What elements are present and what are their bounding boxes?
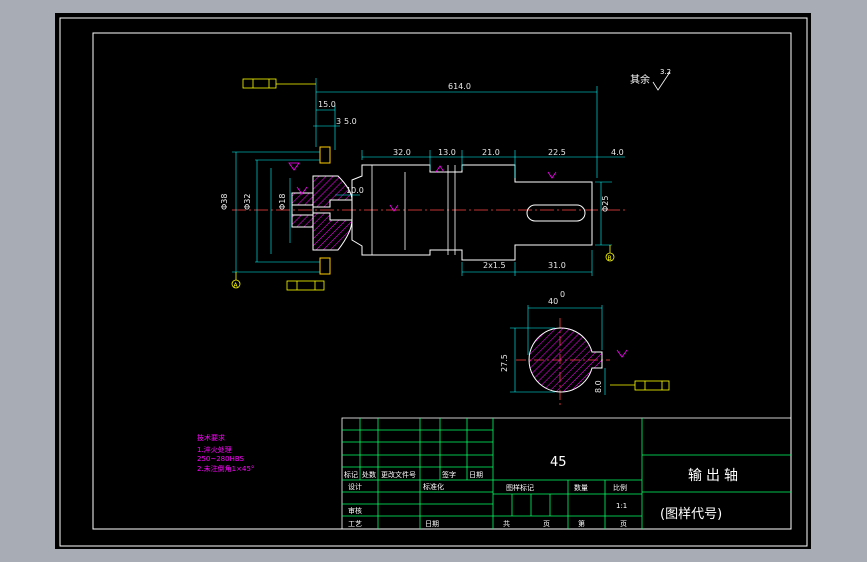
- cad-drawing-canvas[interactable]: Φ38 Φ32 Φ18 Φ25 614.0 15.0 3 5.0 32.0 13…: [0, 0, 867, 562]
- svg-text:1:1: 1:1: [616, 502, 627, 510]
- svg-text:Φ25: Φ25: [601, 196, 610, 212]
- drawing-code: (图样代号): [660, 507, 722, 522]
- dim-32: 32.0: [393, 148, 411, 157]
- dim-13: 13.0: [438, 148, 456, 157]
- dim-22-5: 22.5: [548, 148, 566, 157]
- svg-text:共: 共: [503, 519, 510, 528]
- dim-5: 5.0: [344, 117, 357, 126]
- dim-section-tol: 0: [560, 290, 565, 299]
- svg-text:第: 第: [578, 519, 585, 528]
- dim-section-width: 40: [548, 297, 558, 306]
- svg-text:Φ38: Φ38: [220, 194, 229, 210]
- svg-text:标记: 标记: [344, 470, 358, 479]
- svg-text:图样标记: 图样标记: [506, 483, 534, 492]
- dim-overall-length: 614.0: [448, 82, 471, 91]
- svg-text:250~280HBS: 250~280HBS: [197, 455, 245, 463]
- svg-text:页: 页: [620, 520, 627, 528]
- svg-text:标准化: 标准化: [423, 482, 444, 491]
- dim-3: 3: [336, 117, 341, 126]
- svg-text:B: B: [608, 255, 612, 262]
- dim-10: 10.0: [346, 186, 364, 195]
- svg-text:页: 页: [543, 520, 550, 528]
- svg-text:日期: 日期: [425, 520, 439, 528]
- svg-text:1.淬火处理: 1.淬火处理: [197, 445, 232, 454]
- svg-text:2.未注倒角1×45°: 2.未注倒角1×45°: [197, 464, 254, 473]
- dim-4: 4.0: [611, 148, 624, 157]
- dim-15: 15.0: [318, 100, 336, 109]
- svg-text:审核: 审核: [348, 506, 362, 515]
- svg-text:技术要求: 技术要求: [197, 433, 225, 442]
- svg-text:处数: 处数: [362, 470, 376, 479]
- svg-text:工艺: 工艺: [348, 520, 362, 528]
- svg-text:更改文件号: 更改文件号: [381, 470, 416, 479]
- material-value: 45: [550, 455, 567, 470]
- svg-text:设计: 设计: [348, 482, 362, 491]
- svg-text:比例: 比例: [613, 483, 627, 492]
- svg-text:Φ32: Φ32: [243, 194, 252, 210]
- dim-31: 31.0: [548, 261, 566, 270]
- svg-text:3.2: 3.2: [660, 68, 671, 76]
- dim-2x1-5: 2x1.5: [483, 261, 506, 270]
- svg-text:签字: 签字: [442, 470, 456, 479]
- svg-text:Φ18: Φ18: [278, 194, 287, 210]
- dim-21: 21.0: [482, 148, 500, 157]
- svg-text:数量: 数量: [574, 483, 588, 492]
- svg-text:日期: 日期: [469, 471, 483, 479]
- dim-key-depth: 8.0: [594, 380, 603, 393]
- svg-text:其余: 其余: [630, 73, 650, 86]
- part-name: 输出轴: [688, 468, 742, 484]
- dim-section-dia: 27.5: [500, 354, 509, 372]
